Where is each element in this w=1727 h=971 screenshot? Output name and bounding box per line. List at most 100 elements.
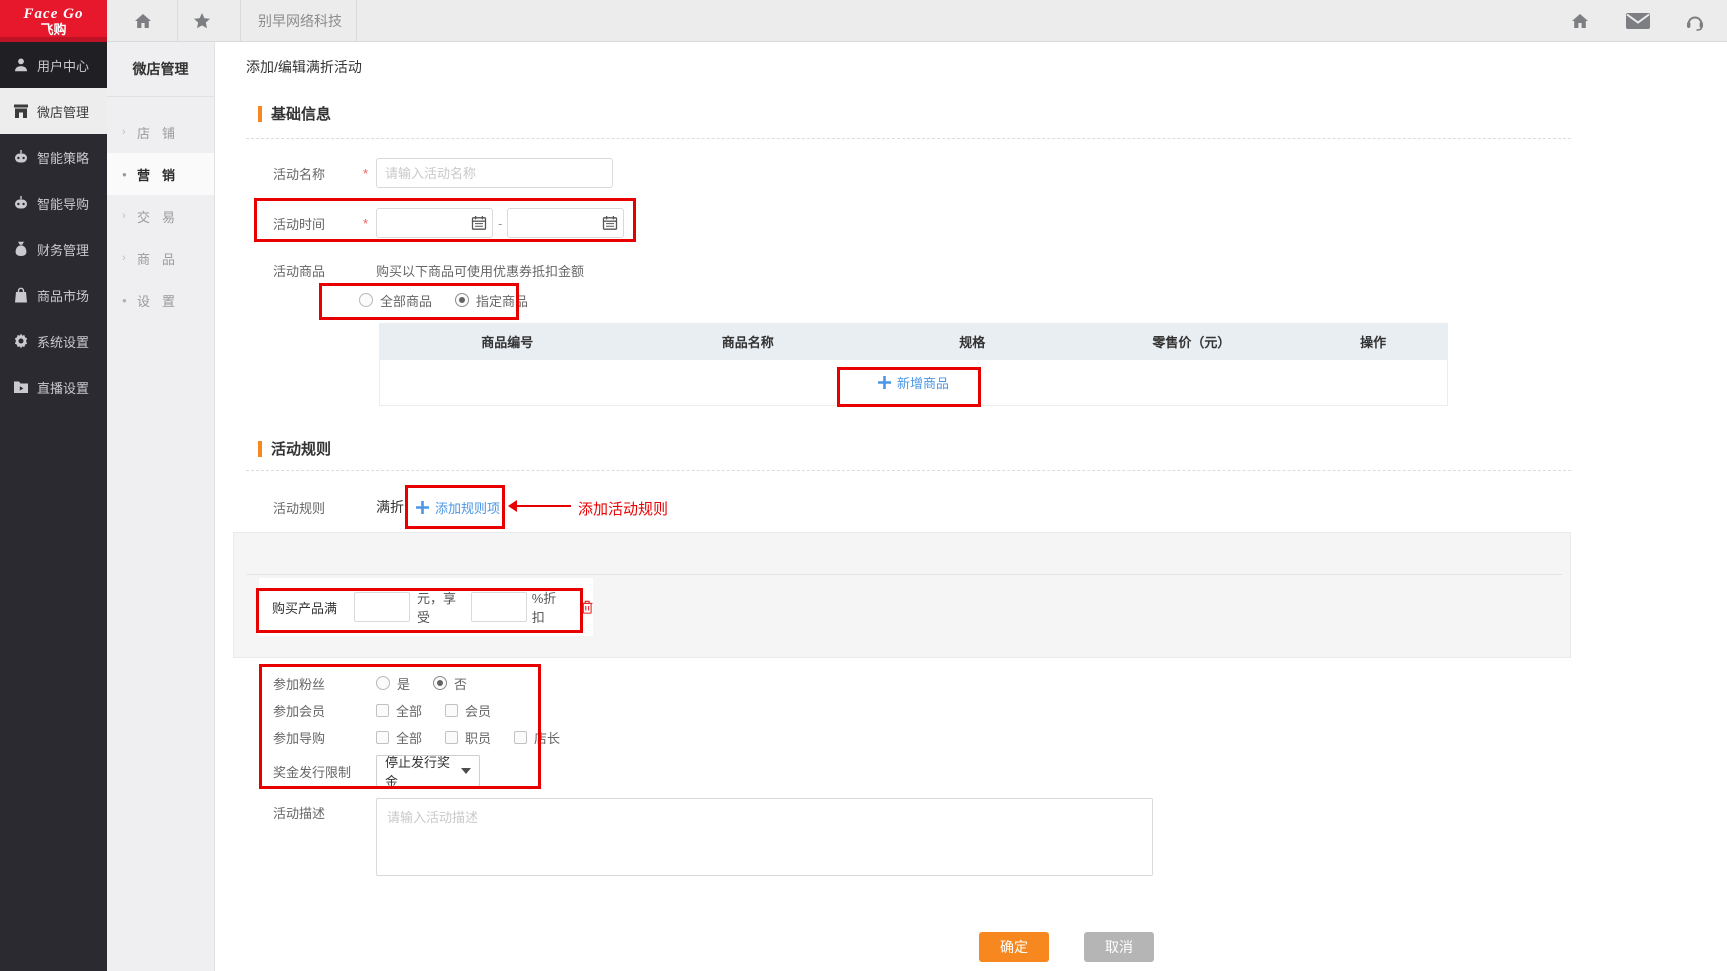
checkbox-guide-all-label: 全部 (396, 728, 422, 747)
home-icon[interactable] (1570, 11, 1590, 31)
app-screen: Face Go 飞购 别早网络科技 用户中心 (0, 0, 1727, 971)
sidebar-item-smart-guide[interactable]: 智能导购 (0, 180, 107, 226)
column-header-actions: 操作 (1298, 332, 1448, 351)
description-row: 活动描述 (273, 802, 325, 822)
section-accent-bar (258, 106, 262, 122)
activity-goods-label: 活动商品 (273, 261, 363, 280)
required-asterisk: * (363, 166, 376, 181)
goods-scope-radio-row: 全部商品 指定商品 (359, 283, 528, 317)
topbar-divider (240, 0, 241, 42)
products-table-header: 商品编号 商品名称 规格 零售价（元） 操作 (379, 323, 1448, 360)
caret-down-icon (461, 768, 471, 774)
shopping-bag-icon (13, 287, 29, 303)
radio-fans-no-label: 否 (454, 674, 467, 693)
page-title: 添加/编辑满折活动 (246, 57, 362, 77)
calendar-icon[interactable] (471, 215, 487, 231)
products-table: 商品编号 商品名称 规格 零售价（元） 操作 新增商品 (379, 323, 1448, 406)
sidebar-item-user-center[interactable]: 用户中心 (0, 42, 107, 88)
dot-icon: ● (122, 296, 137, 305)
dot-icon: ● (122, 170, 137, 179)
rule-item-suffix-text: %折扣 (532, 588, 568, 626)
rule-discount-input[interactable] (471, 592, 527, 622)
checkbox-guide-staff[interactable] (445, 731, 458, 744)
main-content: 添加/编辑满折活动 基础信息 活动名称 * 活动时间 * - (216, 42, 1727, 971)
radio-fans-yes-label: 是 (397, 674, 410, 693)
logo[interactable]: Face Go 飞购 (0, 0, 107, 42)
radio-fans-yes[interactable] (376, 676, 390, 690)
company-name: 别早网络科技 (258, 0, 342, 42)
section-basic-info: 基础信息 (258, 103, 331, 124)
activity-name-row: 活动名称 * (273, 158, 613, 188)
radio-specified-products[interactable] (455, 293, 469, 307)
confirm-button[interactable]: 确定 (979, 932, 1049, 962)
calendar-icon[interactable] (602, 215, 618, 231)
submenu-item-goods[interactable]: › 商品 (107, 237, 214, 279)
plus-icon (878, 376, 891, 389)
cancel-button[interactable]: 取消 (1084, 932, 1154, 962)
activity-name-input[interactable] (376, 158, 613, 188)
radio-fans-no[interactable] (433, 676, 447, 690)
bonus-limit-value: 停止发行奖金 (385, 752, 461, 790)
description-label: 活动描述 (273, 803, 325, 822)
column-header-spec: 规格 (860, 332, 1084, 351)
start-date-field (376, 208, 493, 238)
add-product-link[interactable]: 新增商品 (878, 373, 949, 392)
sidebar-item-smart-strategy[interactable]: 智能策略 (0, 134, 107, 180)
checkbox-member-member-label: 会员 (465, 701, 491, 720)
checkbox-member-all-label: 全部 (396, 701, 422, 720)
checkbox-member-all[interactable] (376, 704, 389, 717)
submenu-item-label: 交易 (137, 207, 187, 226)
star-icon[interactable] (192, 11, 212, 31)
add-rule-link[interactable]: 添加规则项 (416, 498, 500, 517)
rules-panel-divider (247, 574, 1562, 575)
store-icon (13, 103, 29, 119)
bonus-limit-select[interactable]: 停止发行奖金 (376, 755, 480, 787)
section-title: 活动规则 (271, 438, 331, 459)
activity-rules-label: 活动规则 (273, 498, 363, 517)
user-icon (13, 57, 29, 73)
checkbox-guide-manager[interactable] (514, 731, 527, 744)
date-separator: - (498, 216, 502, 231)
sidebar-item-goods-market[interactable]: 商品市场 (0, 272, 107, 318)
secondary-sidebar: 微店管理 › 店铺 ● 营销 › 交易 › 商品 ● 设置 (107, 42, 215, 971)
sidebar-item-label: 用户中心 (37, 56, 89, 75)
guide-row: 参加导购 全部 职员 店长 (273, 721, 560, 753)
home-icon[interactable] (133, 11, 153, 31)
chevron-right-icon: › (122, 126, 137, 138)
submenu-item-settings[interactable]: ● 设置 (107, 279, 214, 321)
checkbox-guide-all[interactable] (376, 731, 389, 744)
checkbox-member-member[interactable] (445, 704, 458, 717)
bonus-limit-label: 奖金发行限制 (273, 762, 351, 781)
rule-amount-input[interactable] (354, 592, 410, 622)
submenu-list: › 店铺 ● 营销 › 交易 › 商品 ● 设置 (107, 111, 214, 321)
sidebar-item-finance[interactable]: 财务管理 (0, 226, 107, 272)
sidebar-item-label: 智能导购 (37, 194, 89, 213)
radio-specified-products-label: 指定商品 (476, 291, 528, 310)
submenu-item-label: 设置 (137, 291, 187, 310)
column-header-product-code: 商品编号 (379, 332, 636, 351)
sidebar-item-label: 直播设置 (37, 378, 89, 397)
submenu-item-shop[interactable]: › 店铺 (107, 111, 214, 153)
sidebar-item-system-settings[interactable]: 系统设置 (0, 318, 107, 364)
money-bag-icon (13, 241, 29, 257)
submenu-item-marketing[interactable]: ● 营销 (107, 153, 214, 195)
headset-icon[interactable] (1685, 11, 1705, 31)
sidebar-item-microstore[interactable]: 微店管理 (0, 88, 107, 134)
annotation-text: 添加活动规则 (578, 498, 668, 519)
goods-hint-text: 购买以下商品可使用优惠券抵扣金额 (376, 261, 584, 280)
required-asterisk: * (363, 216, 376, 231)
activity-time-label: 活动时间 (273, 214, 363, 233)
add-rule-label: 添加规则项 (435, 498, 500, 517)
products-table-empty-row: 新增商品 (379, 360, 1448, 406)
topbar-divider (356, 0, 357, 42)
delete-rule-icon[interactable] (581, 600, 593, 615)
submenu-item-trade[interactable]: › 交易 (107, 195, 214, 237)
description-textarea[interactable] (376, 798, 1153, 876)
radio-all-products[interactable] (359, 293, 373, 307)
sidebar-item-live-settings[interactable]: 直播设置 (0, 364, 107, 410)
activity-goods-row: 活动商品 购买以下商品可使用优惠券抵扣金额 (273, 254, 584, 286)
mail-icon[interactable] (1626, 13, 1650, 29)
sidebar-item-label: 系统设置 (37, 332, 89, 351)
plus-icon (416, 501, 429, 514)
activity-rules-row: 活动规则 满折 添加规则项 (273, 491, 500, 523)
